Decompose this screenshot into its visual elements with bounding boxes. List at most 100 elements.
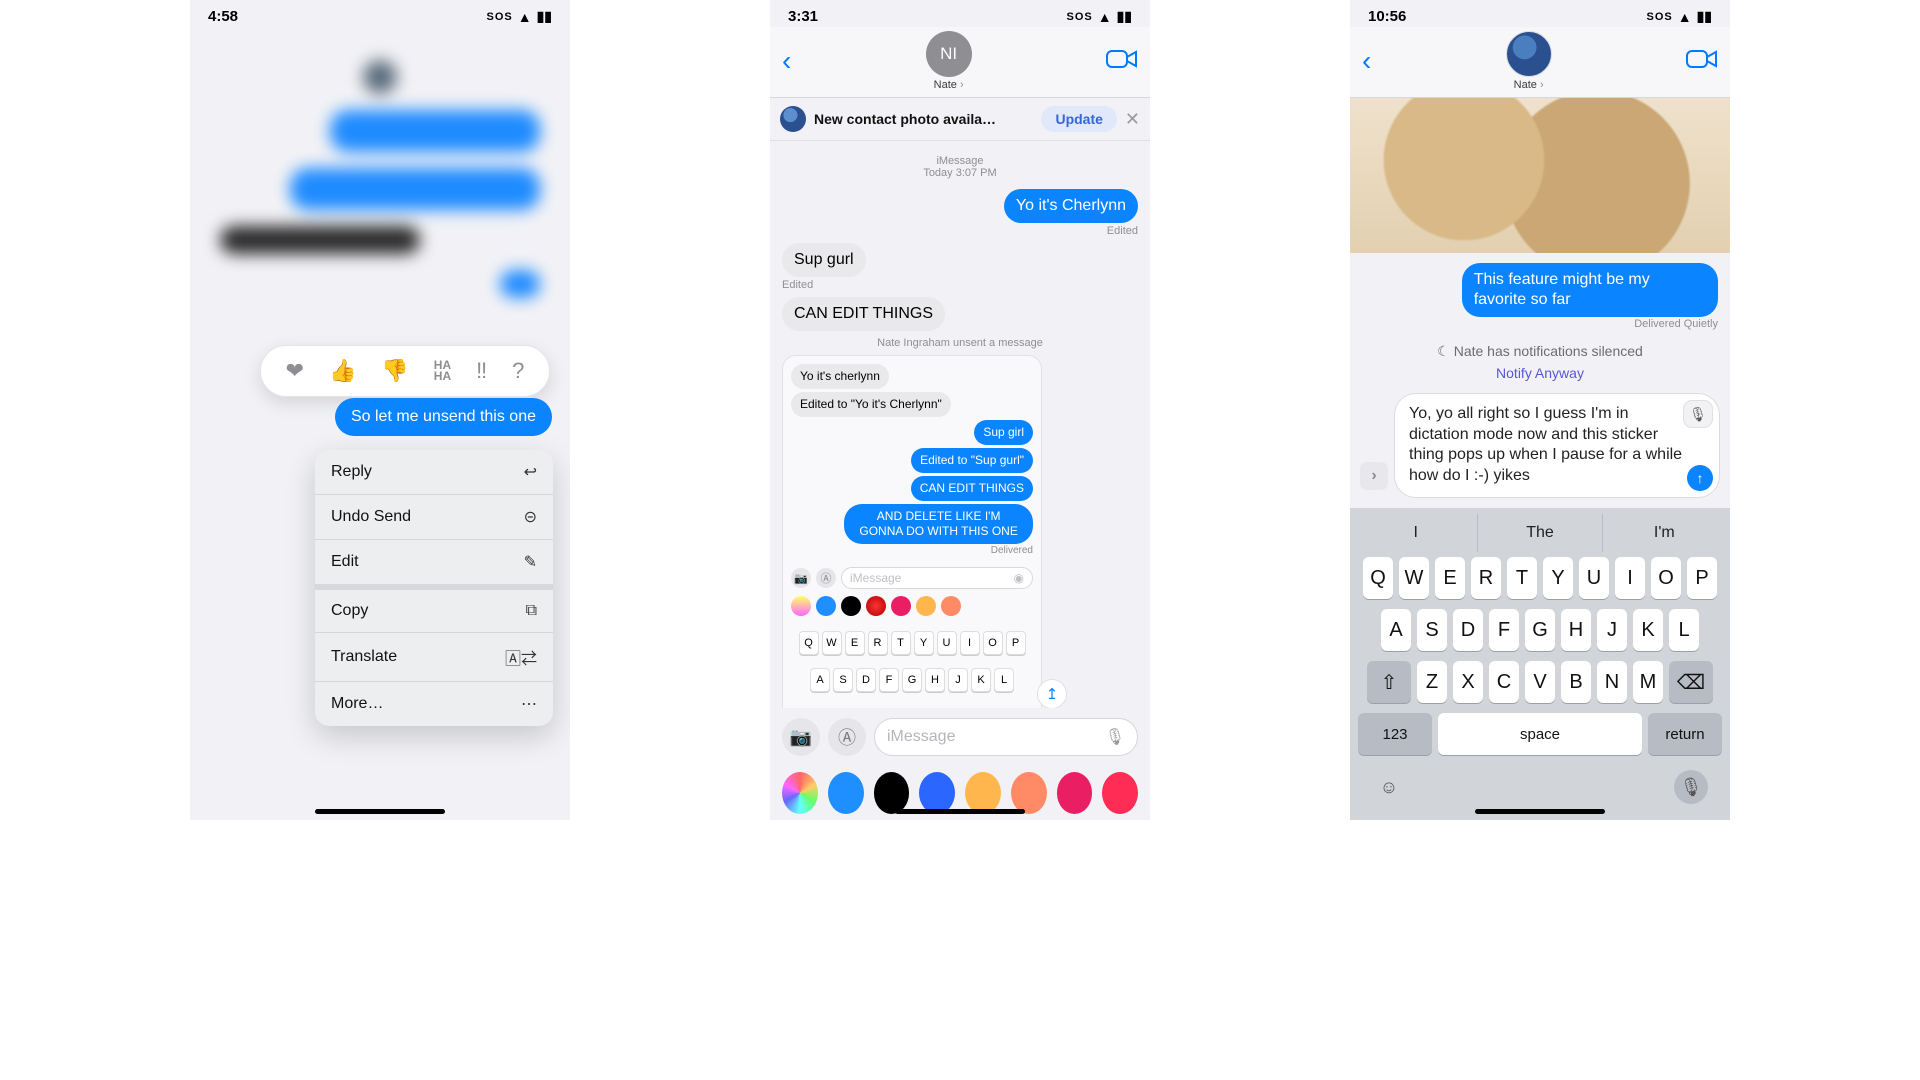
- key-p[interactable]: P: [1006, 631, 1026, 655]
- menu-copy[interactable]: Copy ⧉: [315, 590, 553, 633]
- key-u[interactable]: U: [1579, 557, 1609, 599]
- memoji2-app-icon[interactable]: [1011, 772, 1047, 814]
- contact-header[interactable]: NI Nate: [926, 31, 972, 91]
- back-button[interactable]: ‹: [782, 45, 791, 77]
- key-i[interactable]: I: [960, 631, 980, 655]
- prediction[interactable]: I: [1354, 514, 1477, 552]
- tapback-question-icon[interactable]: ?: [512, 358, 524, 384]
- key-q[interactable]: Q: [1363, 557, 1393, 599]
- appstore-app-icon[interactable]: [828, 772, 864, 814]
- menu-more[interactable]: More… ⋯: [315, 682, 553, 726]
- send-button[interactable]: ↑: [1687, 465, 1713, 491]
- key-j[interactable]: J: [1597, 609, 1627, 651]
- photos-app-icon[interactable]: [782, 772, 818, 814]
- key-m[interactable]: M: [1633, 661, 1663, 703]
- menu-edit[interactable]: Edit ✎: [315, 540, 553, 590]
- prediction[interactable]: The: [1477, 514, 1601, 552]
- facetime-button[interactable]: [1106, 48, 1138, 75]
- key-w[interactable]: W: [1399, 557, 1429, 599]
- key-n[interactable]: N: [1597, 661, 1627, 703]
- key-h[interactable]: H: [1561, 609, 1591, 651]
- share-button[interactable]: ↥: [1037, 679, 1067, 708]
- key-e[interactable]: E: [1435, 557, 1465, 599]
- notify-anyway-button[interactable]: Notify Anyway: [1362, 365, 1718, 381]
- message-list[interactable]: iMessage Today 3:07 PM Yo it's Cherlynn …: [770, 141, 1150, 708]
- tapback-exclaim-icon[interactable]: ‼︎: [476, 358, 487, 384]
- key-t[interactable]: T: [891, 631, 911, 655]
- menu-translate[interactable]: Translate 🄰⇄: [315, 633, 553, 682]
- camera-button[interactable]: 📷: [782, 718, 820, 756]
- key-u[interactable]: U: [937, 631, 957, 655]
- space-key[interactable]: space: [1438, 713, 1642, 755]
- key-g[interactable]: G: [1525, 609, 1555, 651]
- key-o[interactable]: O: [983, 631, 1003, 655]
- key-z[interactable]: Z: [1417, 661, 1447, 703]
- key-f[interactable]: F: [1489, 609, 1519, 651]
- menu-reply[interactable]: Reply ↩︎: [315, 450, 553, 495]
- key-d[interactable]: D: [1453, 609, 1483, 651]
- key-t[interactable]: T: [1507, 557, 1537, 599]
- expand-button[interactable]: ›: [1360, 462, 1388, 490]
- key-a[interactable]: A: [810, 668, 830, 692]
- dictation-key[interactable]: 🎙: [1674, 770, 1708, 804]
- image-attachment[interactable]: [1350, 98, 1730, 253]
- key-w[interactable]: W: [822, 631, 842, 655]
- applecash-app-icon[interactable]: [874, 772, 910, 814]
- dismiss-banner-button[interactable]: ✕: [1125, 109, 1140, 130]
- dictation-popover-icon[interactable]: 🎙: [1683, 400, 1713, 428]
- key-f[interactable]: F: [879, 668, 899, 692]
- received-message[interactable]: Sup gurl: [782, 243, 866, 277]
- key-s[interactable]: S: [1417, 609, 1447, 651]
- key-e[interactable]: E: [845, 631, 865, 655]
- key-g[interactable]: G: [902, 668, 922, 692]
- sent-message[interactable]: Yo it's Cherlynn: [1004, 189, 1138, 223]
- message-list[interactable]: This feature might be my favorite so far…: [1350, 98, 1730, 820]
- key-l[interactable]: L: [1669, 609, 1699, 651]
- memoji-app-icon[interactable]: [965, 772, 1001, 814]
- search-app-icon[interactable]: [1057, 772, 1093, 814]
- back-button[interactable]: ‹: [1362, 45, 1371, 77]
- app-drawer-button[interactable]: Ⓐ: [828, 718, 866, 756]
- key-r[interactable]: R: [1471, 557, 1501, 599]
- update-button[interactable]: Update: [1041, 106, 1116, 132]
- tapback-thumbsup-icon[interactable]: 👍: [329, 358, 356, 384]
- tapback-thumbsdown-icon[interactable]: 👎: [381, 358, 408, 384]
- shift-key[interactable]: ⇧: [1367, 661, 1411, 703]
- dictation-icon[interactable]: 🎙: [1105, 727, 1125, 747]
- home-indicator[interactable]: [315, 809, 445, 814]
- contact-header[interactable]: Nate: [1506, 31, 1552, 91]
- home-indicator[interactable]: [895, 809, 1025, 814]
- return-key[interactable]: return: [1648, 713, 1722, 755]
- facetime-button[interactable]: [1686, 48, 1718, 75]
- key-q[interactable]: Q: [799, 631, 819, 655]
- numbers-key[interactable]: 123: [1358, 713, 1432, 755]
- key-s[interactable]: S: [833, 668, 853, 692]
- key-l[interactable]: L: [994, 668, 1014, 692]
- home-indicator[interactable]: [1475, 809, 1605, 814]
- sent-message[interactable]: This feature might be my favorite so far: [1462, 263, 1718, 317]
- screenshot-attachment[interactable]: Yo it's cherlynn Edited to "Yo it's Cher…: [782, 355, 1042, 708]
- selected-message[interactable]: So let me unsend this one: [335, 398, 552, 436]
- tapback-heart-icon[interactable]: ❤︎: [286, 358, 304, 384]
- emoji-key[interactable]: ☺: [1372, 770, 1406, 804]
- key-y[interactable]: Y: [914, 631, 934, 655]
- message-input[interactable]: iMessage 🎙: [874, 718, 1138, 756]
- audio-app-icon[interactable]: [919, 772, 955, 814]
- music-app-icon[interactable]: [1102, 772, 1138, 814]
- key-y[interactable]: Y: [1543, 557, 1573, 599]
- key-r[interactable]: R: [868, 631, 888, 655]
- key-j[interactable]: J: [948, 668, 968, 692]
- menu-undo-send[interactable]: Undo Send ⊝: [315, 495, 553, 540]
- key-b[interactable]: B: [1561, 661, 1591, 703]
- prediction[interactable]: I'm: [1602, 514, 1726, 552]
- key-d[interactable]: D: [856, 668, 876, 692]
- key-h[interactable]: H: [925, 668, 945, 692]
- received-message[interactable]: CAN EDIT THINGS: [782, 297, 945, 331]
- key-k[interactable]: K: [1633, 609, 1663, 651]
- backspace-key[interactable]: ⌫: [1669, 661, 1713, 703]
- key-v[interactable]: V: [1525, 661, 1555, 703]
- key-c[interactable]: C: [1489, 661, 1519, 703]
- key-i[interactable]: I: [1615, 557, 1645, 599]
- message-input[interactable]: Yo, yo all right so I guess I'm in dicta…: [1394, 393, 1720, 498]
- key-o[interactable]: O: [1651, 557, 1681, 599]
